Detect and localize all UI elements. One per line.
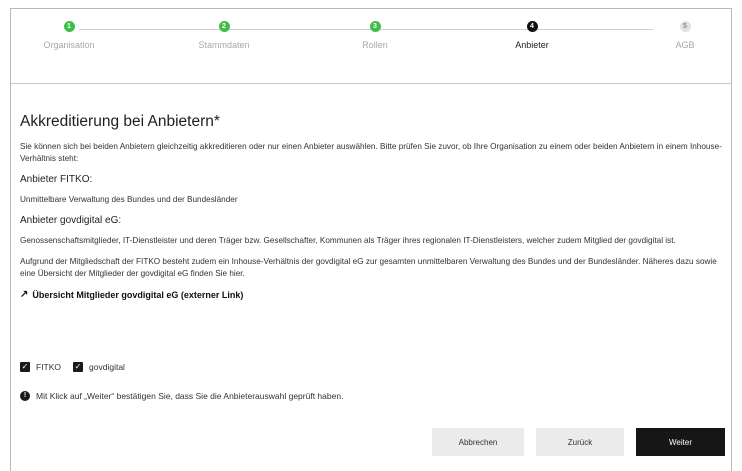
govdigital-checkbox[interactable]: ✓ govdigital [73,362,125,372]
provider-section: Akkreditierung bei Anbietern* Sie können… [20,113,726,300]
step-5-circle: 5 [679,21,691,32]
membership-text: Aufgrund der Mitgliedschaft der FITKO be… [20,257,717,278]
step-organisation[interactable]: 1 Organisation [14,21,124,50]
checkbox-checked-icon[interactable]: ✓ [73,362,84,372]
checkbox-checked-icon[interactable]: ✓ [20,362,30,372]
info-icon: ! [20,391,30,401]
stepper-divider [11,83,731,84]
progress-stepper: 1 Organisation 2 Stammdaten 3 Rollen 4 A… [11,9,731,71]
step-2-label: Stammdaten [198,40,250,50]
back-button[interactable]: Zurück [536,428,624,456]
govdigital-heading: Anbieter govdigital eG: [20,215,122,226]
step-stammdaten[interactable]: 2 Stammdaten [169,21,279,50]
intro-text: Sie können sich bei beiden Anbietern gle… [20,142,722,163]
step-2-circle: 2 [218,21,230,32]
step-1-circle: 1 [63,21,75,32]
step-rollen[interactable]: 3 Rollen [320,21,430,50]
fitko-checkbox-label: FITKO [36,362,62,372]
govdigital-checkbox-label: govdigital [89,362,125,372]
next-button[interactable]: Weiter [636,428,725,456]
members-link-label: Übersicht Mitglieder govdigital eG (exte… [32,289,244,300]
cancel-button[interactable]: Abbrechen [432,428,524,456]
step-3-circle: 3 [369,21,381,32]
step-anbieter[interactable]: 4 Anbieter [477,21,587,50]
page-title: Akkreditierung bei Anbietern* [20,113,220,130]
external-link-arrow-icon: ↗ [20,289,29,300]
step-4-circle: 4 [526,21,538,32]
notice-text: Mit Klick auf „Weiter“ bestätigen Sie, d… [36,391,344,401]
step-4-label: Anbieter [515,40,549,50]
confirmation-notice: ! Mit Klick auf „Weiter“ bestätigen Sie,… [20,391,343,401]
step-3-label: Rollen [362,40,388,50]
members-external-link[interactable]: ↗ Übersicht Mitglieder govdigital eG (ex… [20,289,726,300]
provider-checkboxes: ✓ FITKO ✓ govdigital [20,362,137,372]
wizard-card: 1 Organisation 2 Stammdaten 3 Rollen 4 A… [10,8,732,471]
action-bar: Abbrechen Zurück Weiter [11,428,731,456]
step-agb[interactable]: 5 AGB [630,21,740,50]
step-1-label: Organisation [43,40,95,50]
fitko-heading: Anbieter FITKO: [20,174,93,185]
step-5-label: AGB [675,40,695,50]
fitko-checkbox[interactable]: ✓ FITKO [20,362,61,372]
govdigital-description: Genossenschaftsmitglieder, IT-Dienstleis… [20,236,676,245]
fitko-description: Unmittelbare Verwaltung des Bundes und d… [20,195,238,204]
